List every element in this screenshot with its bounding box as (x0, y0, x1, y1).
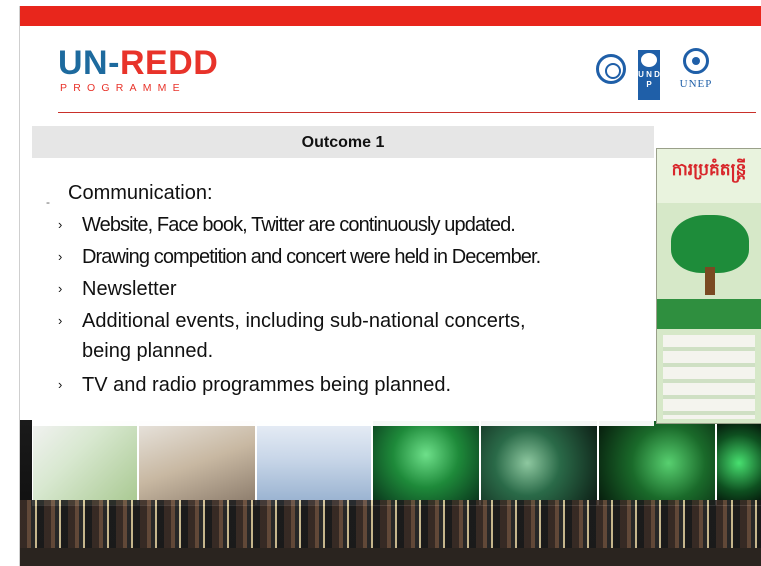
bullet-text: Website, Face book, Twitter are continuo… (82, 214, 516, 236)
unep-text: UNEP (679, 78, 713, 90)
logo-redd-text: REDD (119, 44, 219, 82)
bullet-text: Newsletter (82, 278, 177, 300)
photo-concert-performers (480, 420, 598, 506)
photo-audience-green-shirts (598, 420, 716, 506)
undp-letters: U N D P (638, 70, 660, 89)
bullet-marker: › (58, 313, 63, 328)
top-red-bar (20, 6, 761, 26)
slide-title: Outcome 1 (301, 134, 385, 151)
bullet-marker: › (58, 249, 62, 264)
fao-logo-icon (596, 54, 626, 84)
bullet-marker: › (58, 377, 63, 392)
photo-website-screenshot (256, 420, 372, 506)
bullet-item: › Newsletter (58, 274, 176, 304)
photo-collage (20, 420, 761, 566)
bullet-text: Drawing competition and concert were hel… (82, 246, 541, 268)
partner-logos: U N D P UNEP (594, 48, 754, 104)
photo-crowd-floor (20, 548, 761, 566)
section-marker: - (46, 195, 50, 209)
photo-drawing-display (32, 420, 138, 506)
bullet-continuation: being planned. (82, 340, 214, 362)
bullet-text: Additional events, including sub-nationa… (82, 310, 526, 332)
un-redd-logo: UN-REDD (58, 46, 218, 80)
bullet-marker: › (58, 281, 63, 296)
section-heading: Communication: (68, 182, 213, 204)
logo-programme-text: PROGRAMME (60, 82, 186, 94)
bullet-text: TV and radio programmes being planned. (82, 374, 452, 396)
bullet-marker: › (58, 217, 62, 232)
header-divider (58, 112, 756, 113)
poster-band (657, 299, 761, 329)
poster-sponsor-logos (663, 335, 755, 419)
bullet-item: › Additional events, including sub-nation… (58, 306, 526, 336)
tree-icon (671, 215, 749, 273)
photo-stage-lights (716, 420, 761, 506)
photo-concert-stage (372, 420, 480, 506)
bullet-item: › Drawing competition and concert were he… (58, 242, 541, 272)
tree-trunk (705, 267, 715, 295)
photo-exhibition-board (138, 420, 256, 506)
poster-title: ការប្រគំតន្ត្រី (671, 160, 747, 179)
bullet-item: › TV and radio programmes being planned. (58, 370, 451, 400)
concert-poster: ការប្រគំតន្ត្រី (656, 148, 761, 424)
bullet-item: › Website, Face book, Twitter are continu… (58, 210, 516, 240)
unep-logo-icon: UNEP (674, 48, 718, 100)
slide: UN-REDD PROGRAMME U N D P UNEP ការប្រគំត… (19, 6, 761, 566)
logo-un-text: UN- (58, 44, 120, 82)
undp-logo-icon: U N D P (638, 50, 660, 100)
